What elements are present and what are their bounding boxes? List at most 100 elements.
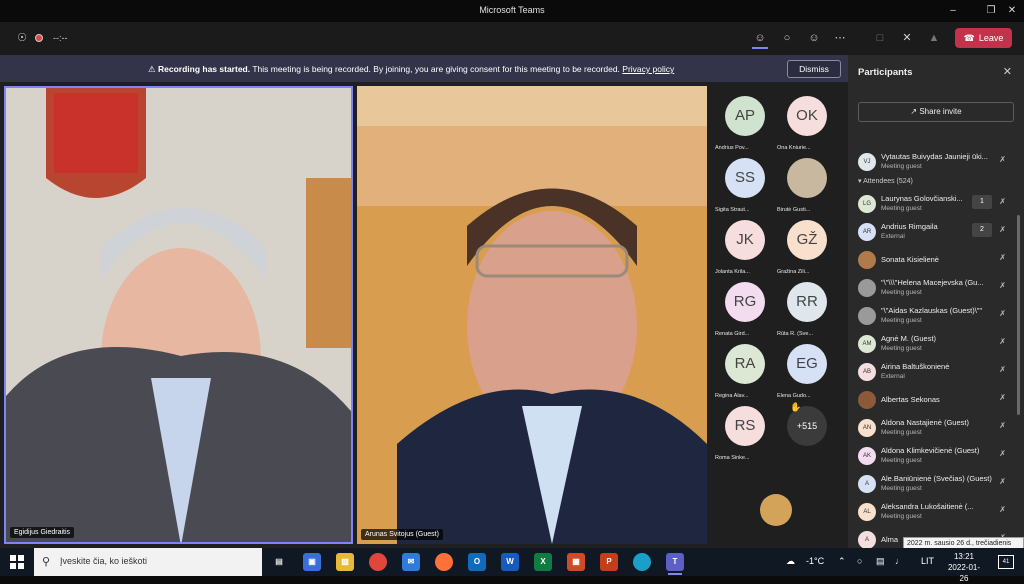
gallery-tile[interactable]: AP Andrius Pov... — [715, 90, 775, 151]
video-tile-guest[interactable]: Arunas Svitojus (Guest) — [357, 86, 707, 544]
speaker-video-frame — [6, 88, 351, 542]
search-placeholder: Įveskite čia, ko ieškoti — [60, 556, 148, 566]
participant-role: Meeting guest — [881, 345, 922, 352]
gallery-tile[interactable]: RG Renata Gird... — [715, 276, 775, 337]
participant-row[interactable]: AB Airina Baltuškonienė External ✗ — [848, 357, 1024, 385]
participant-row[interactable]: AN Aldona Nastajienė (Guest) Meeting guest… — [848, 413, 1024, 441]
maximize-icon[interactable]: ❐ — [983, 3, 999, 19]
participant-row[interactable]: "\"Aidas Kazlauskas (Guest)\"" Meeting gu… — [848, 301, 1024, 329]
weather-icon[interactable]: ☁ — [786, 556, 795, 567]
mic-off-icon: ✗ — [999, 253, 1006, 262]
participant-row[interactable]: Sonata Kisielienė ✗ — [848, 245, 1024, 273]
participant-row[interactable]: AL Aleksandra Lukošaitienė (... Meeting gu… — [848, 497, 1024, 525]
mail-icon[interactable]: ✉ — [402, 553, 420, 571]
tray-chevron-icon[interactable]: ⌃ — [838, 556, 846, 567]
recording-icon — [35, 34, 43, 42]
gallery-tile[interactable]: OK Ona Kniurie... — [777, 90, 837, 151]
panel-title: Participants — [858, 67, 913, 78]
people-icon[interactable]: ☺ — [752, 30, 768, 46]
warning-icon: ⚠ — [148, 64, 156, 74]
more-options-icon[interactable]: ⋯ — [832, 30, 848, 46]
participant-row[interactable]: AR Andrius Rimgaila External 2 ✗ — [848, 217, 1024, 245]
gallery-tile[interactable]: Birutė Gusti... — [777, 152, 837, 213]
gallery-tile[interactable]: RR Rūta R. (Sve... — [777, 276, 837, 337]
shield-icon[interactable]: ☉ — [14, 30, 30, 46]
windows-start-icon[interactable] — [10, 555, 24, 569]
recording-banner: ⚠ Recording has started. This meeting is… — [0, 55, 848, 82]
edge-icon[interactable] — [633, 553, 651, 571]
avatar: OK — [787, 96, 827, 136]
powerpoint-icon[interactable]: P — [600, 553, 618, 571]
participants-panel: Participants ✕ ↗ Share invite VJ Vytauta… — [848, 55, 1024, 549]
raised-hand-badge: 2 — [972, 223, 992, 237]
avatar: AR — [858, 223, 876, 241]
notifications-icon[interactable]: 41 — [998, 555, 1014, 569]
participant-role: External — [881, 373, 905, 380]
participant-row[interactable]: "\"\\\"Helena Macejevska (Gu... Meeting g… — [848, 273, 1024, 301]
mic-off-icon: ✗ — [999, 309, 1006, 318]
chat-icon[interactable]: ○ — [779, 30, 795, 46]
gallery-tile[interactable]: RS Roma Sinke... — [715, 400, 775, 461]
participant-name: Albertas Sekonas — [881, 395, 940, 404]
participant-name: Agnė M. (Guest) — [881, 334, 937, 343]
gallery-tile-name: Rūta R. (Sve... — [777, 331, 814, 337]
participant-row[interactable]: VJ Vytautas Buivydas Jaunieji ūki... Mee… — [848, 147, 1024, 175]
participant-role: Meeting guest — [881, 205, 922, 212]
avatar: A — [858, 531, 876, 549]
gallery-tile[interactable]: JK Jolanta Krila... — [715, 214, 775, 275]
guest-video-frame — [357, 86, 707, 544]
gallery-tile-name: Gražina Žili... — [777, 269, 810, 275]
gallery-tile[interactable]: EG Elena Gudo... — [777, 338, 837, 399]
excel-icon[interactable]: X — [534, 553, 552, 571]
task-view-icon[interactable]: ▤ — [270, 553, 288, 571]
participant-role: Meeting guest — [881, 457, 922, 464]
share-screen-icon[interactable]: ▲ — [926, 30, 942, 46]
participant-name: Sonata Kisielienė — [881, 255, 939, 264]
word-icon[interactable]: W — [501, 553, 519, 571]
file-explorer-icon[interactable]: ▧ — [336, 553, 354, 571]
participant-row[interactable]: AM Agnė M. (Guest) Meeting guest ✗ — [848, 329, 1024, 357]
network-icon[interactable]: ▤ — [876, 556, 885, 567]
panel-scrollbar[interactable] — [1017, 215, 1020, 415]
mic-off-icon: ✗ — [999, 421, 1006, 430]
participant-row[interactable]: Albertas Sekonas ✗ — [848, 385, 1024, 413]
taskbar-clock[interactable]: 13:21 2022-01-26 — [944, 551, 984, 584]
taskbar-search-box[interactable]: ⚲ Įveskite čia, ko ieškoti — [34, 548, 262, 576]
grid-app-icon[interactable]: ▦ — [567, 553, 585, 571]
gallery-tile-name: Ona Kniurie... — [777, 145, 811, 151]
banner-text: This meeting is being recorded. By joini… — [252, 64, 620, 74]
chrome-icon[interactable] — [369, 553, 387, 571]
avatar: RA — [725, 344, 765, 384]
camera-off-icon[interactable]: □ — [872, 30, 888, 46]
gallery-tile[interactable]: RA Regina Alav... — [715, 338, 775, 399]
reactions-icon[interactable]: ☺ — [806, 30, 822, 46]
close-window-icon[interactable]: ✕ — [1004, 3, 1020, 19]
store-icon[interactable]: ▣ — [303, 553, 321, 571]
outlook-icon[interactable]: O — [468, 553, 486, 571]
gallery-tile[interactable]: GŽ Gražina Žili... — [777, 214, 837, 275]
teams-icon[interactable]: T — [666, 553, 684, 571]
privacy-policy-link[interactable]: Privacy policy — [622, 64, 674, 74]
minimize-icon[interactable]: – — [945, 3, 961, 19]
share-invite-button[interactable]: ↗ Share invite — [858, 102, 1014, 122]
participant-row[interactable]: A Ale.Baniūnienė (Svečias) (Guest) Meeting… — [848, 469, 1024, 497]
firefox-icon[interactable] — [435, 553, 453, 571]
attendee-list: LG Laurynas Golovčianski... Meeting guest 1… — [848, 189, 1024, 553]
video-tile-speaker[interactable]: Egidijus Giedraitis — [4, 86, 353, 544]
avatar: AK — [858, 447, 876, 465]
participant-row[interactable]: AK Aldona Klimkevičienė (Guest) Meeting gu… — [848, 441, 1024, 469]
weather-temp[interactable]: -1°C — [806, 556, 824, 566]
gallery-tile[interactable]: SS Sigita Straut... — [715, 152, 775, 213]
tray-app-icon[interactable]: ○ — [857, 556, 862, 566]
language-indicator[interactable]: LIT — [921, 556, 934, 566]
banner-message: ⚠ Recording has started. This meeting is… — [148, 64, 674, 75]
mic-off-icon[interactable]: ✕ — [899, 30, 915, 46]
leave-button[interactable]: ☎ Leave — [955, 28, 1012, 48]
participant-role: Meeting guest — [881, 289, 922, 296]
dismiss-button[interactable]: Dismiss — [787, 60, 841, 78]
volume-icon[interactable]: ♩ — [895, 556, 904, 566]
attendees-section-header[interactable]: ▾ Attendees (524) — [848, 175, 1024, 189]
self-view-avatar[interactable] — [760, 494, 792, 526]
participant-row[interactable]: LG Laurynas Golovčianski... Meeting guest 1… — [848, 189, 1024, 217]
close-panel-icon[interactable]: ✕ — [1003, 65, 1012, 78]
